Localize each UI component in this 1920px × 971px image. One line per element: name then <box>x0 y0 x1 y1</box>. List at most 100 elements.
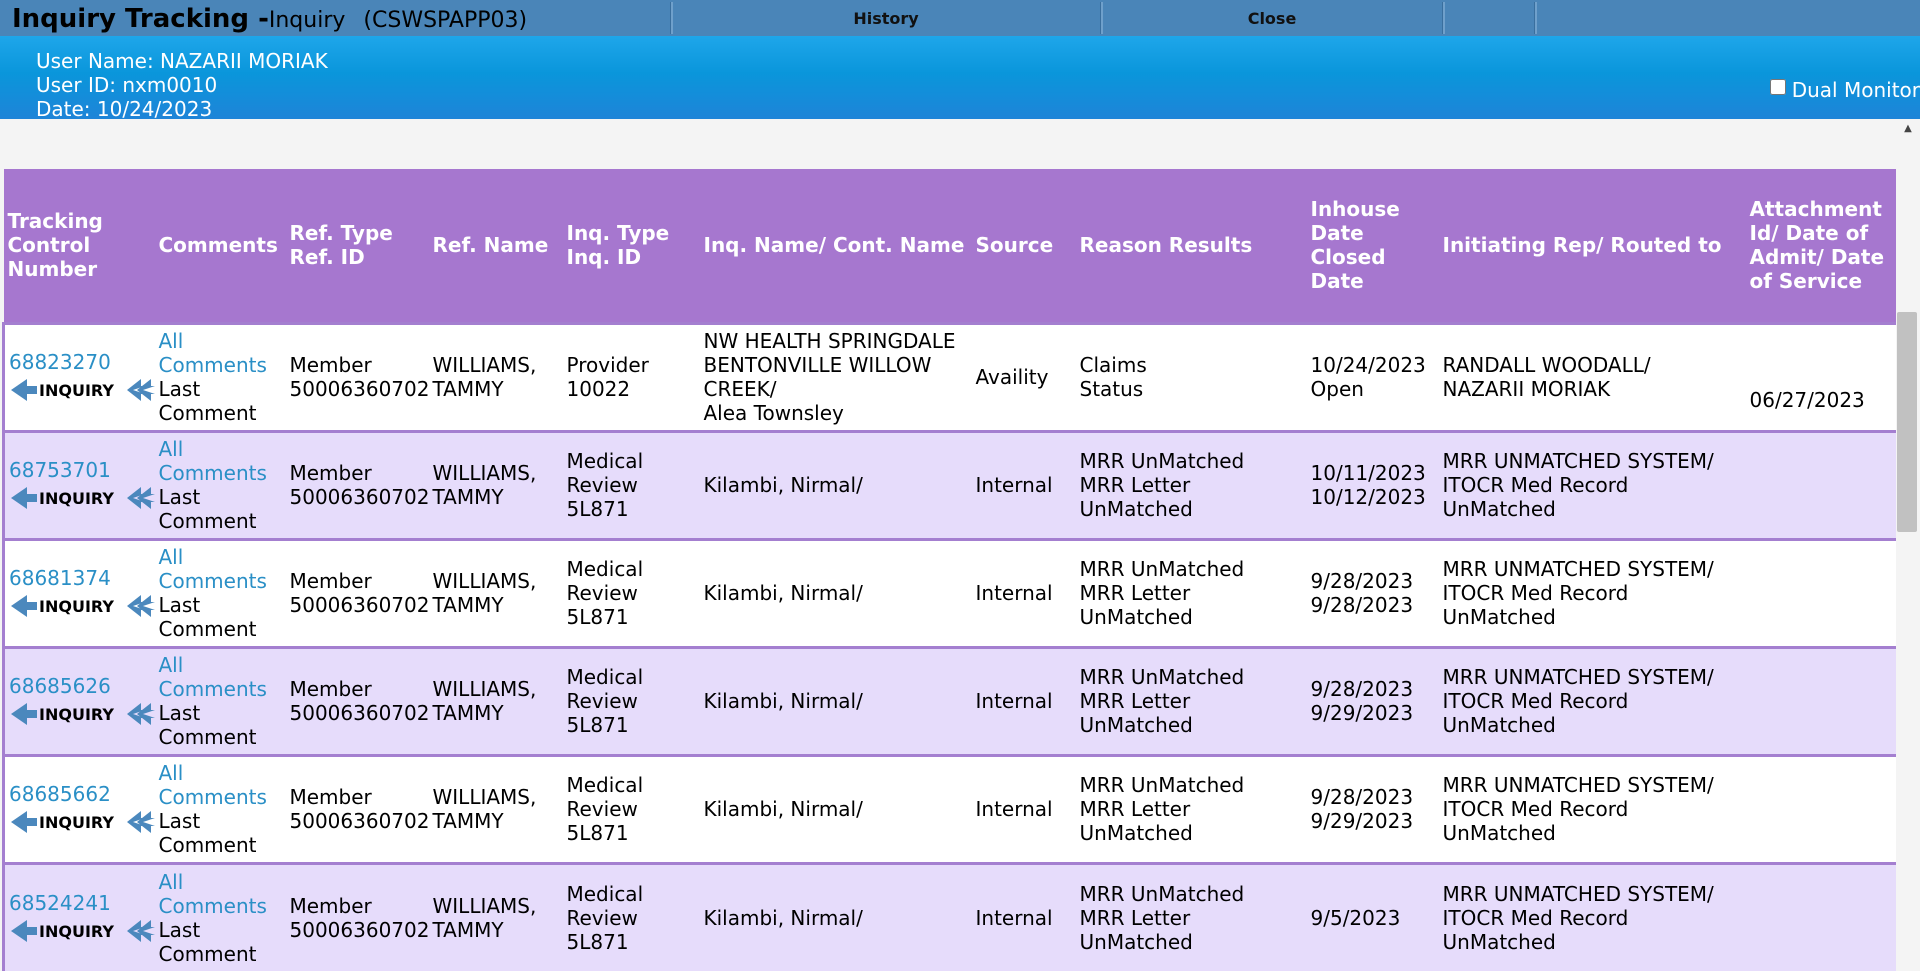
reason-results-cell: Claims Status <box>1075 321 1307 431</box>
inquiry-arrow-icon[interactable]: INQUIRY <box>9 592 155 620</box>
source-cell: Internal <box>971 753 1076 863</box>
history-button[interactable]: History <box>672 0 1100 36</box>
dates-cell: 10/11/2023 10/12/2023 <box>1306 429 1439 539</box>
ref-type-cell: Member 50006360702 <box>285 645 429 755</box>
inquiry-badge-text: INQUIRY <box>39 381 114 400</box>
table-row[interactable]: 68524241 INQUIRY All Comments Last Comme… <box>2 861 1896 971</box>
ref-name-cell: WILLIAMS, TAMMY <box>428 861 563 971</box>
user-id: User ID: nxm0010 <box>36 73 218 97</box>
inq-name-cell: NW HEALTH SPRINGDALE BENTONVILLE WILLOW … <box>699 321 972 431</box>
col-header-ref-type-id[interactable]: Ref. Type Ref. ID <box>285 169 429 323</box>
all-comments-link[interactable]: All Comments <box>159 761 267 809</box>
inq-type-cell: Medical Review 5L871 <box>562 753 700 863</box>
source-cell: Internal <box>971 861 1076 971</box>
all-comments-link[interactable]: All Comments <box>159 653 267 701</box>
dates-cell: 9/5/2023 <box>1306 861 1439 971</box>
inq-type-cell: Provider 10022 <box>562 321 700 431</box>
tracking-number-link[interactable]: 68524241 <box>9 891 111 915</box>
all-comments-link[interactable]: All Comments <box>159 329 267 377</box>
col-header-attachment[interactable]: Attachment Id/ Date of Admit/ Date of Se… <box>1745 169 1896 323</box>
app-title-sub: Inquiry <box>268 8 346 33</box>
menu-divider <box>1442 2 1445 34</box>
comments-cell: All Comments Last Comment <box>154 537 286 647</box>
source-cell: Availity <box>971 321 1076 431</box>
table-row[interactable]: 68685662 INQUIRY All Comments Last Comme… <box>2 753 1896 863</box>
close-button[interactable]: Close <box>1102 0 1442 36</box>
ref-name-cell: WILLIAMS, TAMMY <box>428 537 563 647</box>
dual-monitor-checkbox[interactable] <box>1769 79 1786 95</box>
inquiry-arrow-icon[interactable]: INQUIRY <box>9 917 155 945</box>
inquiry-badge-text: INQUIRY <box>39 922 114 941</box>
all-comments-link[interactable]: All Comments <box>159 870 267 918</box>
app-title: Inquiry Tracking -Inquiry (CSWSPAPP03) <box>12 2 527 36</box>
col-header-comments[interactable]: Comments <box>154 169 286 323</box>
tracking-number-link[interactable]: 68753701 <box>9 458 111 482</box>
rep-routed-cell: MRR UNMATCHED SYSTEM/ITOCR Med Record Un… <box>1438 429 1746 539</box>
dates-cell: 10/24/2023 Open <box>1306 321 1439 431</box>
user-name: User Name: NAZARII MORIAK <box>36 49 328 73</box>
ref-type-cell: Member 50006360702 <box>285 861 429 971</box>
table-row[interactable]: 68753701 INQUIRY All Comments Last Comme… <box>2 429 1896 539</box>
ref-type-cell: Member 50006360702 <box>285 429 429 539</box>
scroll-up-arrow-icon[interactable]: ▲ <box>1903 122 1913 136</box>
col-header-ref-name[interactable]: Ref. Name <box>428 169 563 323</box>
inq-name-cell: Kilambi, Nirmal/ <box>699 861 972 971</box>
ref-name-cell: WILLIAMS, TAMMY <box>428 321 563 431</box>
dates-cell: 9/28/2023 9/29/2023 <box>1306 753 1439 863</box>
tracking-number-link[interactable]: 68681374 <box>9 566 111 590</box>
last-comment-label: Last Comment <box>158 377 257 425</box>
table-row[interactable]: 68823270 INQUIRY All Comments Last Comme… <box>2 321 1896 431</box>
all-comments-link[interactable]: All Comments <box>159 545 267 593</box>
ref-name-cell: WILLIAMS, TAMMY <box>428 429 563 539</box>
inquiry-badge-text: INQUIRY <box>39 489 114 508</box>
inquiry-arrow-icon[interactable]: INQUIRY <box>9 700 155 728</box>
rep-routed-cell: MRR UNMATCHED SYSTEM/ITOCR Med Record Un… <box>1438 861 1746 971</box>
inquiry-table: Tracking Control Number Comments Ref. Ty… <box>2 169 1896 971</box>
col-header-reason-results[interactable]: Reason Results <box>1075 169 1307 323</box>
table-row[interactable]: 68685626 INQUIRY All Comments Last Comme… <box>2 645 1896 755</box>
tracking-number-link[interactable]: 68685662 <box>9 782 111 806</box>
top-menu-bar: Inquiry Tracking -Inquiry (CSWSPAPP03) Hi… <box>0 0 1920 36</box>
rep-routed-cell: MRR UNMATCHED SYSTEM/ITOCR Med Record Un… <box>1438 537 1746 647</box>
tracking-number-link[interactable]: 68823270 <box>9 350 111 374</box>
inquiry-badge-text: INQUIRY <box>39 597 114 616</box>
rep-routed-cell: MRR UNMATCHED SYSTEM/ITOCR Med Record Un… <box>1438 645 1746 755</box>
inquiry-arrow-icon[interactable]: INQUIRY <box>9 376 155 404</box>
attachment-cell <box>1745 537 1896 647</box>
tracking-number-link[interactable]: 68685626 <box>9 674 111 698</box>
source-cell: Internal <box>971 429 1076 539</box>
col-header-dates[interactable]: Inhouse Date Closed Date <box>1306 169 1439 323</box>
col-header-inq-type-id[interactable]: Inq. Type Inq. ID <box>562 169 700 323</box>
user-info-band: User Name: NAZARII MORIAK User ID: nxm00… <box>0 36 1920 121</box>
user-date: Date: 10/24/2023 <box>36 97 213 121</box>
tcn-cell: 68681374 INQUIRY <box>2 537 155 647</box>
inquiry-arrow-icon[interactable]: INQUIRY <box>9 484 155 512</box>
scrollbar-thumb[interactable] <box>1897 312 1917 532</box>
table-row[interactable]: 68681374 INQUIRY All Comments Last Comme… <box>2 537 1896 647</box>
dual-monitor-toggle[interactable]: Dual Monitor <box>1769 78 1920 102</box>
inquiry-arrow-icon[interactable]: INQUIRY <box>9 808 155 836</box>
col-header-rep-routed[interactable]: Initiating Rep/ Routed to <box>1438 169 1746 323</box>
col-header-source[interactable]: Source <box>971 169 1076 323</box>
all-comments-link[interactable]: All Comments <box>159 437 267 485</box>
col-header-inq-name[interactable]: Inq. Name/ Cont. Name <box>699 169 972 323</box>
comments-cell: All Comments Last Comment <box>154 645 286 755</box>
reason-results-cell: MRR UnMatched MRR Letter UnMatched <box>1075 753 1307 863</box>
ref-type-cell: Member 50006360702 <box>285 537 429 647</box>
dates-cell: 9/28/2023 9/29/2023 <box>1306 645 1439 755</box>
inq-type-cell: Medical Review 5L871 <box>562 429 700 539</box>
ref-type-cell: Member 50006360702 <box>285 321 429 431</box>
tcn-cell: 68685662 INQUIRY <box>2 753 155 863</box>
reason-results-cell: MRR UnMatched MRR Letter UnMatched <box>1075 861 1307 971</box>
last-comment-label: Last Comment <box>158 593 257 641</box>
tcn-cell: 68753701 INQUIRY <box>2 429 155 539</box>
dates-cell: 9/28/2023 9/28/2023 <box>1306 537 1439 647</box>
table-header-row: Tracking Control Number Comments Ref. Ty… <box>3 169 1896 323</box>
server-name: (CSWSPAPP03) <box>363 8 528 33</box>
col-header-tracking-control-number[interactable]: Tracking Control Number <box>3 169 155 323</box>
inquiry-badge-text: INQUIRY <box>39 705 114 724</box>
last-comment-label: Last Comment <box>158 485 257 533</box>
ref-name-cell: WILLIAMS, TAMMY <box>428 753 563 863</box>
attachment-cell <box>1745 861 1896 971</box>
tcn-cell: 68823270 INQUIRY <box>2 321 155 431</box>
